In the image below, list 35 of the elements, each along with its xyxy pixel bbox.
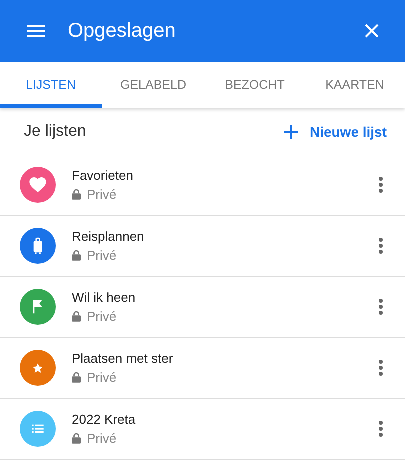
list-item[interactable]: 2022 Kreta Privé (0, 399, 405, 460)
privacy-label: Privé (87, 187, 117, 202)
lock-icon (72, 372, 81, 383)
menu-icon[interactable] (27, 25, 45, 37)
tab[interactable]: GELABELD (102, 62, 205, 108)
tab[interactable]: LIJSTEN (0, 62, 102, 108)
page-title: Opgeslagen (68, 20, 177, 42)
list-item[interactable]: Plaatsen met ster Privé (0, 338, 405, 399)
list-item[interactable]: Wil ik heen Privé (0, 277, 405, 338)
more-options-icon[interactable] (379, 238, 383, 254)
list-name: Reisplannen (72, 229, 146, 244)
lock-icon (72, 250, 81, 261)
list-name: 2022 Kreta (72, 412, 137, 427)
list-item[interactable]: Reisplannen Privé (0, 216, 405, 277)
tab[interactable]: KAARTEN (305, 62, 405, 108)
lock-icon (72, 433, 81, 444)
privacy-label: Privé (87, 431, 117, 446)
list-name: Wil ik heen (72, 290, 137, 305)
section-title: Je lijsten (24, 122, 86, 140)
lock-icon (72, 311, 81, 322)
privacy-label: Privé (87, 248, 117, 263)
privacy-label: Privé (87, 309, 117, 324)
new-list-button[interactable]: Nieuwe lijst (284, 124, 387, 140)
plus-icon (284, 124, 298, 138)
list-name: Plaatsen met ster (72, 351, 174, 366)
more-options-icon[interactable] (379, 360, 383, 376)
privacy-label: Privé (87, 370, 117, 385)
lock-icon (72, 189, 81, 200)
more-options-icon[interactable] (379, 421, 383, 437)
more-options-icon[interactable] (379, 299, 383, 315)
list-item[interactable]: Favorieten Privé (0, 155, 405, 216)
more-options-icon[interactable] (379, 177, 383, 193)
close-icon[interactable] (365, 24, 379, 38)
list-name: Favorieten (72, 168, 134, 183)
tab[interactable]: BEZOCHT (205, 62, 305, 108)
